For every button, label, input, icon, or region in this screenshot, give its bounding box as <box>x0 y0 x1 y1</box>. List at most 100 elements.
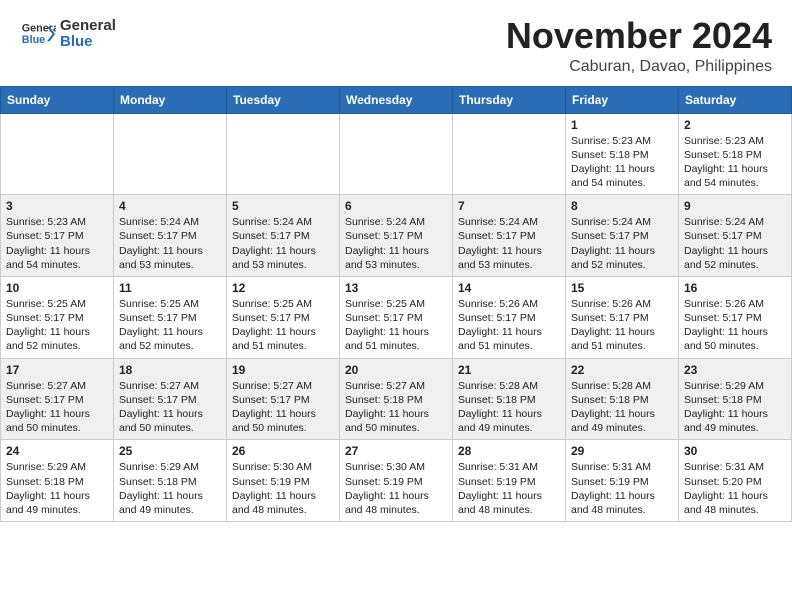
calendar-cell: 22 Sunrise: 5:28 AMSunset: 5:18 PMDayligh… <box>566 358 679 440</box>
day-info: Sunrise: 5:29 AMSunset: 5:18 PMDaylight:… <box>6 460 108 517</box>
calendar-cell: 30 Sunrise: 5:31 AMSunset: 5:20 PMDayligh… <box>679 440 792 522</box>
calendar-cell: 21 Sunrise: 5:28 AMSunset: 5:18 PMDayligh… <box>453 358 566 440</box>
location: Caburan, Davao, Philippines <box>506 58 772 76</box>
day-info: Sunrise: 5:25 AMSunset: 5:17 PMDaylight:… <box>345 297 447 354</box>
day-number: 2 <box>684 118 786 132</box>
calendar-cell: 12 Sunrise: 5:25 AMSunset: 5:17 PMDayligh… <box>227 276 340 358</box>
calendar-cell <box>1 113 114 195</box>
calendar-cell: 23Sunrise: 5:29 AMSunset: 5:18 PMDayligh… <box>679 358 792 440</box>
day-number: 24 <box>6 444 108 458</box>
calendar-cell: 8 Sunrise: 5:24 AMSunset: 5:17 PMDaylight… <box>566 195 679 277</box>
calendar-cell: 28Sunrise: 5:31 AMSunset: 5:19 PMDayligh… <box>453 440 566 522</box>
calendar-header-sunday: Sunday <box>1 86 114 113</box>
calendar-cell: 15Sunrise: 5:26 AMSunset: 5:17 PMDayligh… <box>566 276 679 358</box>
svg-text:General: General <box>22 22 56 34</box>
day-number: 16 <box>684 281 786 295</box>
day-info: Sunrise: 5:27 AMSunset: 5:17 PMDaylight:… <box>232 379 334 436</box>
calendar-header-monday: Monday <box>114 86 227 113</box>
calendar-cell: 20 Sunrise: 5:27 AMSunset: 5:18 PMDayligh… <box>340 358 453 440</box>
day-number: 26 <box>232 444 334 458</box>
day-info: Sunrise: 5:30 AMSunset: 5:19 PMDaylight:… <box>345 460 447 517</box>
day-info: Sunrise: 5:23 AMSunset: 5:17 PMDaylight:… <box>6 215 108 272</box>
day-number: 22 <box>571 363 673 377</box>
day-info: Sunrise: 5:26 AMSunset: 5:17 PMDaylight:… <box>684 297 786 354</box>
calendar-cell: 9Sunrise: 5:24 AMSunset: 5:17 PMDaylight… <box>679 195 792 277</box>
day-info: Sunrise: 5:25 AMSunset: 5:17 PMDaylight:… <box>119 297 221 354</box>
day-number: 15 <box>571 281 673 295</box>
day-info: Sunrise: 5:28 AMSunset: 5:18 PMDaylight:… <box>571 379 673 436</box>
calendar-cell <box>227 113 340 195</box>
day-number: 18 <box>119 363 221 377</box>
day-number: 30 <box>684 444 786 458</box>
day-number: 17 <box>6 363 108 377</box>
day-number: 20 <box>345 363 447 377</box>
day-number: 10 <box>6 281 108 295</box>
calendar-cell: 4 Sunrise: 5:24 AMSunset: 5:17 PMDaylight… <box>114 195 227 277</box>
day-number: 14 <box>458 281 560 295</box>
day-info: Sunrise: 5:25 AMSunset: 5:17 PMDaylight:… <box>232 297 334 354</box>
calendar-cell: 5Sunrise: 5:24 AMSunset: 5:17 PMDaylight… <box>227 195 340 277</box>
calendar-cell: 14Sunrise: 5:26 AMSunset: 5:17 PMDayligh… <box>453 276 566 358</box>
day-number: 25 <box>119 444 221 458</box>
calendar-cell: 1 Sunrise: 5:23 AMSunset: 5:18 PMDaylight… <box>566 113 679 195</box>
day-info: Sunrise: 5:24 AMSunset: 5:17 PMDaylight:… <box>119 215 221 272</box>
calendar-cell <box>114 113 227 195</box>
calendar-cell: 7 Sunrise: 5:24 AMSunset: 5:17 PMDaylight… <box>453 195 566 277</box>
day-info: Sunrise: 5:27 AMSunset: 5:17 PMDaylight:… <box>119 379 221 436</box>
day-info: Sunrise: 5:28 AMSunset: 5:18 PMDaylight:… <box>458 379 560 436</box>
day-number: 6 <box>345 199 447 213</box>
day-info: Sunrise: 5:23 AMSunset: 5:18 PMDaylight:… <box>571 134 673 191</box>
week-row-5: 24 Sunrise: 5:29 AMSunset: 5:18 PMDayligh… <box>1 440 792 522</box>
calendar-header-friday: Friday <box>566 86 679 113</box>
day-info: Sunrise: 5:29 AMSunset: 5:18 PMDaylight:… <box>119 460 221 517</box>
calendar-header-thursday: Thursday <box>453 86 566 113</box>
calendar-cell: 16 Sunrise: 5:26 AMSunset: 5:17 PMDayligh… <box>679 276 792 358</box>
logo-general-text: General <box>60 18 116 35</box>
week-row-1: 1 Sunrise: 5:23 AMSunset: 5:18 PMDaylight… <box>1 113 792 195</box>
calendar-header-wednesday: Wednesday <box>340 86 453 113</box>
day-number: 12 <box>232 281 334 295</box>
month-title: November 2024 <box>506 16 772 56</box>
calendar-cell <box>340 113 453 195</box>
calendar-cell: 11 Sunrise: 5:25 AMSunset: 5:17 PMDayligh… <box>114 276 227 358</box>
calendar-cell: 24 Sunrise: 5:29 AMSunset: 5:18 PMDayligh… <box>1 440 114 522</box>
day-number: 27 <box>345 444 447 458</box>
calendar-cell <box>453 113 566 195</box>
calendar-cell: 27 Sunrise: 5:30 AMSunset: 5:19 PMDayligh… <box>340 440 453 522</box>
day-number: 19 <box>232 363 334 377</box>
day-info: Sunrise: 5:25 AMSunset: 5:17 PMDaylight:… <box>6 297 108 354</box>
calendar-cell: 18 Sunrise: 5:27 AMSunset: 5:17 PMDayligh… <box>114 358 227 440</box>
day-number: 21 <box>458 363 560 377</box>
calendar-cell: 26 Sunrise: 5:30 AMSunset: 5:19 PMDayligh… <box>227 440 340 522</box>
logo-blue-text: Blue <box>60 34 116 51</box>
calendar-header-saturday: Saturday <box>679 86 792 113</box>
day-number: 28 <box>458 444 560 458</box>
calendar-cell: 17Sunrise: 5:27 AMSunset: 5:17 PMDayligh… <box>1 358 114 440</box>
week-row-3: 10 Sunrise: 5:25 AMSunset: 5:17 PMDayligh… <box>1 276 792 358</box>
svg-text:Blue: Blue <box>22 34 45 46</box>
logo-text: General Blue <box>60 18 116 51</box>
day-number: 11 <box>119 281 221 295</box>
logo-area: General Blue General Blue <box>20 16 116 52</box>
day-number: 7 <box>458 199 560 213</box>
day-number: 1 <box>571 118 673 132</box>
calendar-cell: 19 Sunrise: 5:27 AMSunset: 5:17 PMDayligh… <box>227 358 340 440</box>
week-row-2: 3Sunrise: 5:23 AMSunset: 5:17 PMDaylight… <box>1 195 792 277</box>
day-info: Sunrise: 5:24 AMSunset: 5:17 PMDaylight:… <box>458 215 560 272</box>
title-area: November 2024 Caburan, Davao, Philippine… <box>506 16 772 76</box>
day-number: 9 <box>684 199 786 213</box>
day-info: Sunrise: 5:30 AMSunset: 5:19 PMDaylight:… <box>232 460 334 517</box>
calendar-cell: 25 Sunrise: 5:29 AMSunset: 5:18 PMDayligh… <box>114 440 227 522</box>
calendar-cell: 10 Sunrise: 5:25 AMSunset: 5:17 PMDayligh… <box>1 276 114 358</box>
calendar-table: SundayMondayTuesdayWednesdayThursdayFrid… <box>0 86 792 522</box>
calendar-cell: 3Sunrise: 5:23 AMSunset: 5:17 PMDaylight… <box>1 195 114 277</box>
day-info: Sunrise: 5:31 AMSunset: 5:20 PMDaylight:… <box>684 460 786 517</box>
day-info: Sunrise: 5:27 AMSunset: 5:18 PMDaylight:… <box>345 379 447 436</box>
day-number: 8 <box>571 199 673 213</box>
page: General Blue General Blue November 2024 … <box>0 0 792 522</box>
day-info: Sunrise: 5:29 AMSunset: 5:18 PMDaylight:… <box>684 379 786 436</box>
calendar-header-row: SundayMondayTuesdayWednesdayThursdayFrid… <box>1 86 792 113</box>
day-info: Sunrise: 5:24 AMSunset: 5:17 PMDaylight:… <box>571 215 673 272</box>
logo-icon: General Blue <box>20 16 56 52</box>
day-number: 4 <box>119 199 221 213</box>
